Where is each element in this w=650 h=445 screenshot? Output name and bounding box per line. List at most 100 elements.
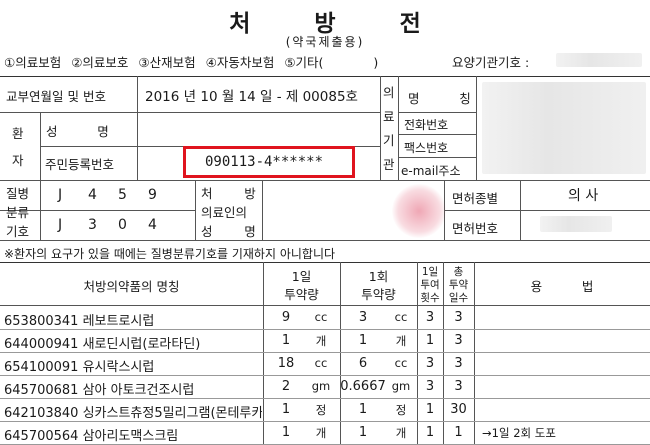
divider bbox=[0, 305, 650, 306]
rx-cell-days: 3 bbox=[454, 310, 463, 325]
patient-name-label: 성 명 bbox=[46, 124, 109, 139]
insurance-option: ③산재보험 bbox=[138, 55, 196, 70]
rx-cell-d1: 2 bbox=[281, 379, 291, 394]
rx-cell-d1: 9 bbox=[281, 310, 291, 325]
institution-fax-label: 팩스번호 bbox=[404, 141, 449, 155]
rx-cell-times: 3 bbox=[425, 379, 435, 394]
code-char: 0 bbox=[118, 217, 127, 233]
institution-section-label: 료 bbox=[383, 109, 395, 124]
rx-cell-d2: 0.6667 bbox=[340, 379, 386, 394]
license-number-label: 면허번호 bbox=[452, 221, 499, 236]
rx-cell-u1: cc bbox=[314, 356, 328, 370]
row-divider bbox=[0, 421, 650, 422]
divider bbox=[444, 210, 650, 211]
rx-cell-u2: gm bbox=[391, 379, 411, 393]
redacted-license-number bbox=[540, 216, 612, 232]
insurance-option: ①의료보험 bbox=[4, 55, 62, 70]
institution-name-label: 명 칭 bbox=[408, 91, 471, 106]
document-subtitle: (약국제출용) bbox=[285, 35, 365, 49]
rx-cell-d2: 3 bbox=[358, 310, 368, 325]
prescriber-label: 처 방 bbox=[201, 186, 256, 201]
code-char: 4 bbox=[148, 217, 157, 233]
divider bbox=[137, 112, 138, 180]
insurance-types: ①의료보험 ②의료보호 ③산재보험 ④자동차보험 ⑤기타( ) bbox=[4, 52, 384, 71]
insurance-option: ④자동차보험 bbox=[205, 55, 275, 70]
row-divider bbox=[0, 398, 650, 399]
rx-cell-d1: 1 bbox=[281, 333, 291, 348]
rx-cell-name: 642103840 싱카스트츄정5밀리그램(몬테루카 bbox=[4, 406, 262, 421]
rx-cell-days: 3 bbox=[454, 379, 463, 394]
highlight-box bbox=[183, 146, 355, 178]
header-daily-dose: 1일 bbox=[291, 269, 312, 284]
rx-cell-u1: 개 bbox=[315, 334, 327, 348]
rx-cell-d1: 1 bbox=[281, 425, 291, 440]
header-days: 일수 bbox=[448, 292, 469, 304]
prescriber-label: 성 명 bbox=[201, 224, 256, 239]
rx-cell-name: 644000941 새로딘시럽(로라타딘) bbox=[4, 337, 201, 352]
divider bbox=[0, 240, 650, 241]
issue-date-value: 2016 년 10 월 14 일 - 제 00085호 bbox=[145, 89, 358, 105]
divider bbox=[398, 157, 476, 158]
header-single-dose: 1회 bbox=[368, 269, 389, 284]
divider bbox=[0, 76, 650, 77]
divider bbox=[0, 180, 650, 181]
rx-cell-times: 1 bbox=[425, 402, 435, 417]
code-char: 4 bbox=[88, 187, 97, 203]
header-usage: 용 법 bbox=[530, 279, 594, 294]
issue-date-label: 교부연월일 및 번호 bbox=[6, 89, 106, 104]
disease-code-label: 기호 bbox=[6, 224, 30, 239]
redacted-provider-code bbox=[556, 53, 642, 67]
patient-section-label: 환 bbox=[12, 126, 24, 141]
disease-code-label: 질병 bbox=[6, 186, 30, 201]
rx-cell-d1: 1 bbox=[281, 402, 291, 417]
rx-cell-name: 645700564 삼아리도맥스크림 bbox=[4, 429, 179, 444]
divider bbox=[0, 210, 195, 211]
rx-cell-usage: →1일 2회 도포 bbox=[482, 426, 556, 440]
divider bbox=[398, 134, 476, 135]
rx-cell-name: 654100091 유시락스시럽 bbox=[4, 360, 155, 375]
rx-cell-times: 3 bbox=[425, 310, 435, 325]
disease-code-label: 분류 bbox=[6, 205, 30, 220]
divider bbox=[398, 112, 476, 113]
insurance-option: ②의료보호 bbox=[71, 55, 129, 70]
rx-cell-u1: 정 bbox=[315, 403, 327, 417]
divider bbox=[262, 180, 263, 240]
row-divider bbox=[0, 375, 650, 376]
rx-cell-u2: 정 bbox=[395, 403, 407, 417]
insurance-option: ⑤기타( bbox=[284, 55, 324, 70]
institution-section-label: 관 bbox=[383, 157, 395, 172]
rx-cell-u1: gm bbox=[311, 379, 331, 393]
row-divider bbox=[0, 329, 650, 330]
patient-section-label: 자 bbox=[12, 153, 24, 168]
row-divider bbox=[0, 352, 650, 353]
license-type-label: 면허종별 bbox=[452, 191, 499, 206]
rx-cell-days: 3 bbox=[454, 333, 463, 348]
rx-cell-d2: 1 bbox=[358, 402, 368, 417]
rx-cell-d2: 6 bbox=[358, 356, 368, 371]
rx-cell-days: 1 bbox=[454, 425, 463, 440]
rx-cell-times: 1 bbox=[425, 333, 435, 348]
rx-cell-u2: 개 bbox=[395, 334, 407, 348]
rx-cell-u2: cc bbox=[394, 356, 408, 370]
divider bbox=[380, 76, 381, 180]
license-type-value: 의 사 bbox=[568, 188, 599, 204]
rx-cell-d2: 1 bbox=[358, 333, 368, 348]
notice-text: ※환자의 요구가 있을 때에는 질병분류기호를 기재하지 아니합니다 bbox=[4, 247, 336, 261]
institution-phone-label: 전화번호 bbox=[404, 118, 449, 132]
redacted-institution-info bbox=[482, 82, 646, 174]
code-char: J bbox=[58, 187, 63, 203]
rx-cell-u1: 개 bbox=[315, 426, 327, 440]
divider bbox=[195, 180, 196, 240]
code-char: 3 bbox=[88, 217, 97, 233]
header-single-dose: 투약량 bbox=[361, 287, 396, 302]
divider bbox=[398, 76, 399, 180]
rx-cell-u1: cc bbox=[314, 310, 328, 324]
rx-cell-days: 30 bbox=[450, 402, 467, 417]
divider bbox=[0, 112, 380, 113]
institution-section-label: 의 bbox=[383, 85, 395, 100]
divider bbox=[40, 112, 41, 180]
patient-id-label: 주민등록번호 bbox=[45, 157, 115, 172]
provider-code-label: 요양기관기호 : bbox=[452, 55, 530, 70]
rx-cell-u2: cc bbox=[394, 310, 408, 324]
rx-cell-name: 653800341 레보트로시럽 bbox=[4, 314, 155, 329]
